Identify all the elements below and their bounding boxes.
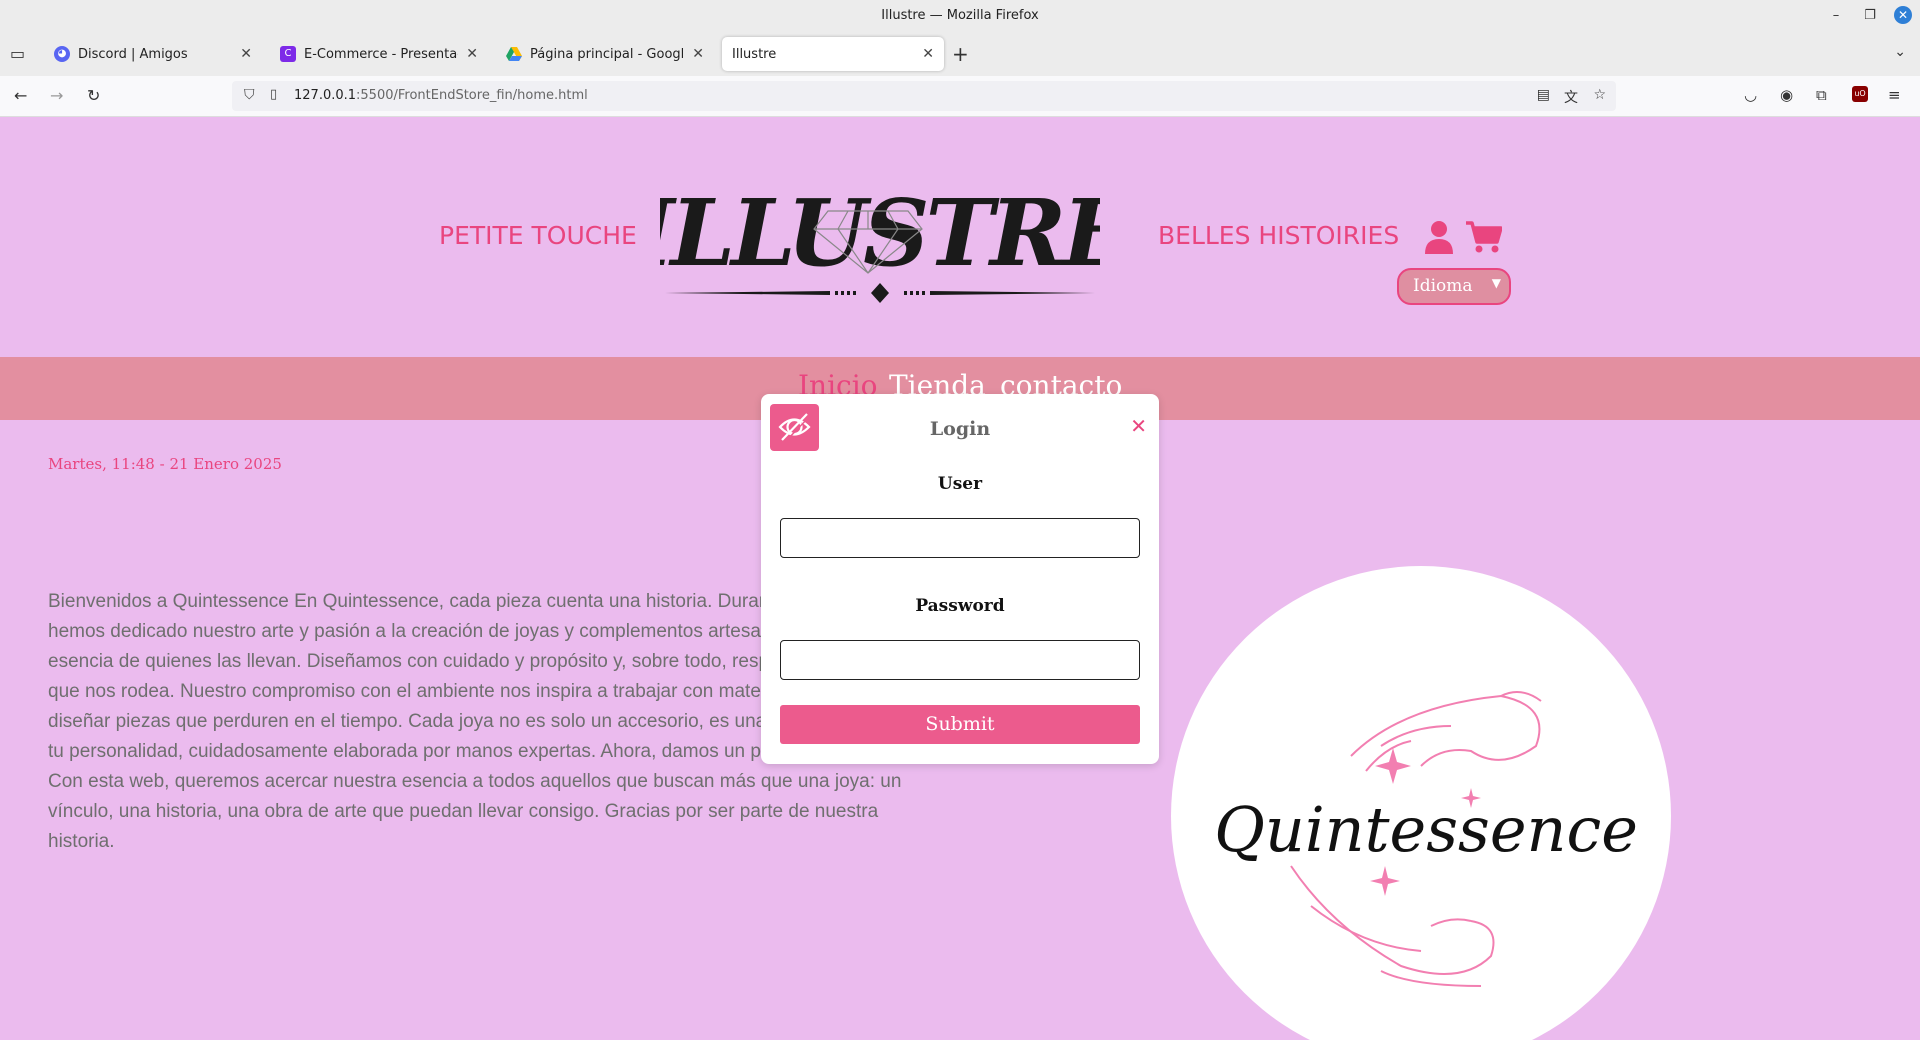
- window-close-icon[interactable]: ✕: [1894, 6, 1912, 24]
- current-date: Martes, 11:48 - 21 Enero 2025: [48, 455, 282, 473]
- url-bar[interactable]: ⛉ ▯ 127.0.0.1:5500/FrontEndStore_fin/hom…: [232, 81, 1616, 111]
- nav-link-petite-touche[interactable]: PETITE TOUCHE: [439, 221, 637, 250]
- modal-title: Login: [929, 418, 991, 440]
- tab-label: Discord | Amigos: [78, 46, 188, 62]
- quintessence-artwork: Quintessence: [1214, 691, 1638, 987]
- user-label: User: [937, 474, 983, 494]
- tab-close-icon[interactable]: ✕: [240, 46, 252, 62]
- ublock-icon[interactable]: uO: [1852, 86, 1868, 102]
- language-select[interactable]: Idioma ▼: [1397, 268, 1511, 305]
- window-titlebar: Illustre — Mozilla Firefox – ❐ ✕: [0, 0, 1920, 32]
- tab-overview-icon[interactable]: ▭: [10, 44, 30, 64]
- quintessence-wordmark: Quintessence: [1214, 793, 1638, 866]
- nav-link-belles-histoiries[interactable]: BELLES HISTOIRIES: [1158, 221, 1399, 250]
- forward-icon[interactable]: →: [50, 86, 63, 105]
- tab-google-drive[interactable]: Página principal - Google Dri ✕: [496, 37, 714, 71]
- window-title: Illustre — Mozilla Firefox: [881, 8, 1039, 23]
- shield-icon[interactable]: ⛉: [244, 87, 255, 103]
- user-icon[interactable]: [1424, 220, 1454, 254]
- tab-discord[interactable]: ◕ Discord | Amigos ✕: [44, 37, 262, 71]
- chevron-down-icon[interactable]: ⌄: [1894, 44, 1906, 60]
- page-icon[interactable]: ▯: [270, 87, 277, 102]
- tab-illustre[interactable]: Illustre ✕: [722, 37, 944, 71]
- bookmark-star-icon[interactable]: ☆: [1593, 87, 1606, 103]
- reader-view-icon[interactable]: ▤: [1537, 87, 1550, 103]
- login-modal: Login ✕ User Password Submit: [761, 394, 1159, 764]
- tab-bar: ▭ ◕ Discord | Amigos ✕ C E-Commerce - Pr…: [0, 32, 1920, 76]
- password-label: Password: [915, 596, 1005, 616]
- tab-label: E-Commerce - Presentación: [304, 46, 458, 62]
- user-input[interactable]: [780, 518, 1140, 558]
- cart-icon[interactable]: [1466, 220, 1502, 254]
- tab-close-icon[interactable]: ✕: [692, 46, 704, 62]
- illustre-logo[interactable]: ILLUSTRE: [660, 177, 1100, 307]
- tab-canva[interactable]: C E-Commerce - Presentación ✕: [270, 37, 488, 71]
- tab-label: Illustre: [732, 46, 777, 62]
- logo-wordmark: ILLUSTRE: [660, 179, 1100, 287]
- discord-icon: ◕: [54, 46, 70, 62]
- minimize-icon[interactable]: –: [1826, 8, 1846, 23]
- translate-icon[interactable]: 文: [1564, 87, 1578, 107]
- restore-icon[interactable]: ❐: [1860, 8, 1880, 23]
- canva-icon: C: [280, 46, 296, 62]
- caret-down-icon: ▼: [1491, 276, 1501, 290]
- tab-close-icon[interactable]: ✕: [922, 46, 934, 62]
- google-drive-icon: [506, 46, 522, 62]
- account-icon[interactable]: ◉: [1780, 86, 1793, 104]
- close-icon[interactable]: ✕: [1130, 414, 1147, 438]
- quintessence-logo: Quintessence: [1171, 566, 1671, 1040]
- tab-label: Página principal - Google Dri: [530, 46, 685, 62]
- language-select-value: Idioma: [1413, 276, 1473, 296]
- back-icon[interactable]: ←: [14, 86, 27, 105]
- password-input[interactable]: [780, 640, 1140, 680]
- pocket-icon[interactable]: ◡: [1744, 86, 1757, 104]
- navigation-toolbar: ← → ↻ ⛉ ▯ 127.0.0.1:5500/FrontEndStore_f…: [0, 76, 1920, 117]
- tab-close-icon[interactable]: ✕: [466, 46, 478, 62]
- submit-button[interactable]: Submit: [780, 705, 1140, 744]
- extensions-icon[interactable]: ⧉: [1816, 86, 1827, 104]
- new-tab-icon[interactable]: +: [952, 42, 969, 66]
- url-text[interactable]: 127.0.0.1:5500/FrontEndStore_fin/home.ht…: [294, 88, 588, 103]
- reload-icon[interactable]: ↻: [87, 86, 100, 105]
- window-controls: – ❐ ✕: [1826, 6, 1912, 24]
- hamburger-menu-icon[interactable]: ≡: [1888, 86, 1901, 104]
